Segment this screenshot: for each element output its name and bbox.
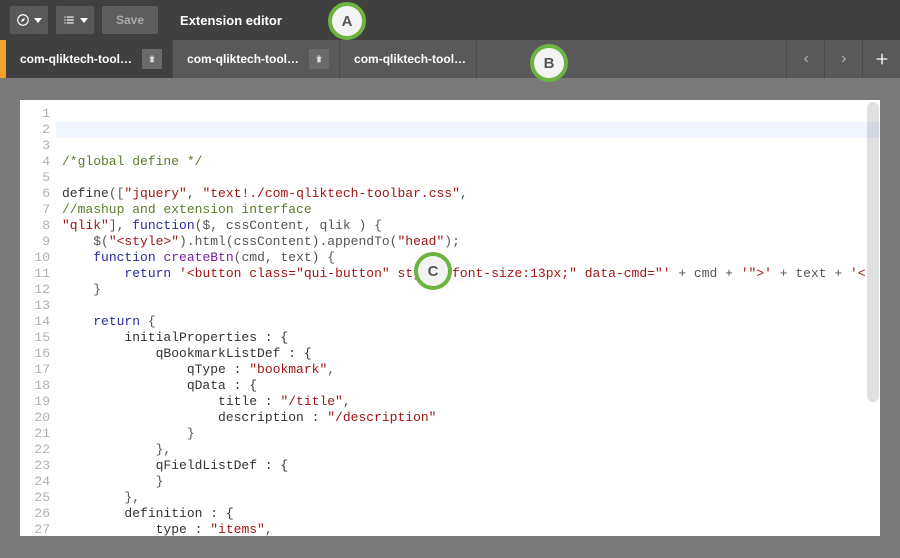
tab-close-button[interactable] [309,49,329,69]
file-tab[interactable]: com-qliktech-tool… [6,40,173,78]
compass-menu-button[interactable] [10,6,48,34]
code-line[interactable]: qType : "bookmark", [62,362,880,378]
code-line[interactable]: initialProperties : { [62,330,880,346]
file-tab[interactable]: com-qliktech-tool… [340,40,477,78]
compass-icon [16,13,30,27]
code-line[interactable]: }, [62,442,880,458]
code-line[interactable]: function createBtn(cmd, text) { [62,250,880,266]
code-line[interactable]: title : "/title", [62,394,880,410]
code-area[interactable]: /*global define */ define(["jquery", "tex… [56,100,880,536]
trash-icon [147,54,157,64]
plus-icon [874,51,890,67]
tab-add-button[interactable] [862,40,900,78]
code-line[interactable]: qFieldListDef : { [62,458,880,474]
save-button[interactable]: Save [102,6,158,34]
tab-label: com-qliktech-tool… [187,52,299,66]
callout-c: C [414,252,452,290]
code-line[interactable]: //mashup and extension interface [62,202,880,218]
code-line[interactable]: return '<button class="qui-button" style… [62,266,880,282]
code-line[interactable]: } [62,474,880,490]
code-line[interactable]: return { [62,314,880,330]
callout-b: B [530,44,568,82]
chevron-down-icon [34,18,42,23]
line-gutter: 1234567891011121314151617181920212223242… [20,100,56,536]
file-tab[interactable]: com-qliktech-tool… [173,40,340,78]
code-line[interactable]: } [62,282,880,298]
code-line[interactable]: $("<style>").html(cssContent).appendTo("… [62,234,880,250]
code-line[interactable]: type : "items", [62,522,880,536]
list-icon [62,13,76,27]
code-line[interactable]: /*global define */ [62,154,880,170]
top-toolbar: Save Extension editor [0,0,900,40]
tab-strip: com-qliktech-tool… com-qliktech-tool… co… [0,40,900,78]
code-line[interactable]: } [62,426,880,442]
code-line[interactable]: define(["jquery", "text!./com-qliktech-t… [62,186,880,202]
tab-close-button[interactable] [142,49,162,69]
code-line[interactable]: definition : { [62,506,880,522]
tab-label: com-qliktech-tool… [20,52,132,66]
chevron-down-icon [80,18,88,23]
app-title: Extension editor [180,13,282,28]
code-line[interactable] [62,170,880,186]
code-line[interactable]: }, [62,490,880,506]
code-line[interactable] [62,298,880,314]
tab-label: com-qliktech-tool… [354,52,466,66]
list-menu-button[interactable] [56,6,94,34]
editor-shell: 1234567891011121314151617181920212223242… [0,78,900,558]
chevron-left-icon [801,54,811,64]
callout-a: A [328,2,366,40]
active-line-highlight [56,122,880,138]
tab-next-button[interactable] [824,40,862,78]
code-line[interactable]: description : "/description" [62,410,880,426]
tab-prev-button[interactable] [786,40,824,78]
chevron-right-icon [839,54,849,64]
code-line[interactable]: qData : { [62,378,880,394]
code-line[interactable]: qBookmarkListDef : { [62,346,880,362]
code-line[interactable]: "qlik"], function($, cssContent, qlik ) … [62,218,880,234]
trash-icon [314,54,324,64]
code-editor[interactable]: 1234567891011121314151617181920212223242… [20,100,880,536]
